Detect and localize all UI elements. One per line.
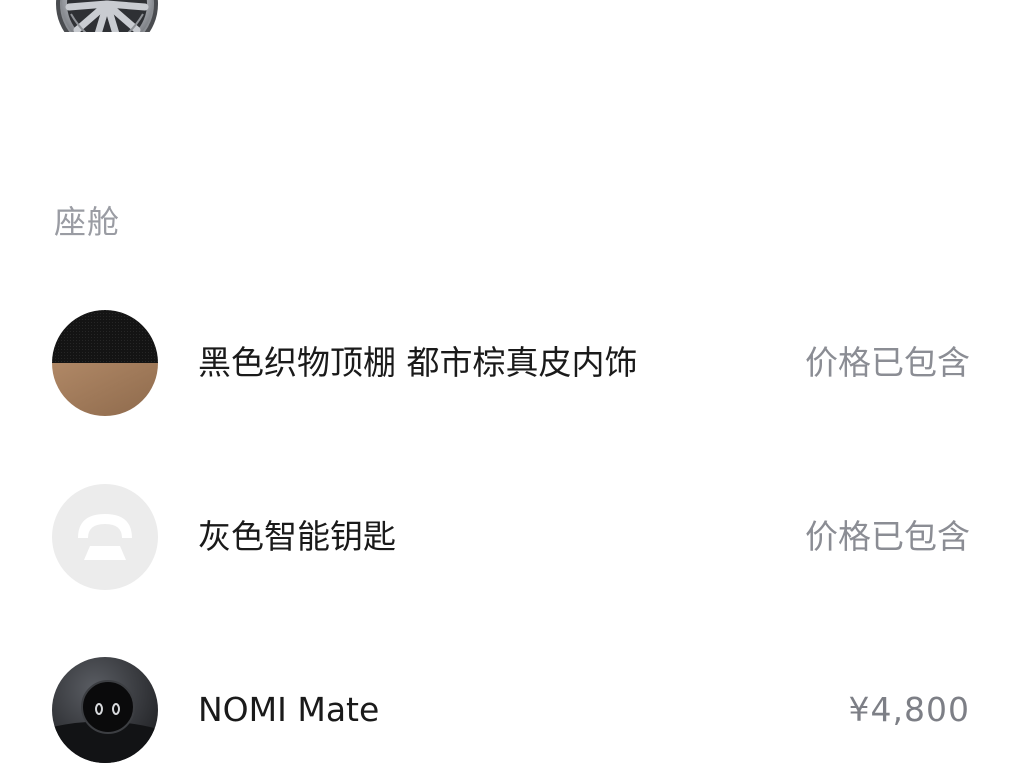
section-title-cabin: 座舱 (54, 203, 121, 241)
nio-logo-key-icon (52, 484, 158, 590)
nomi-mate-icon (52, 657, 158, 763)
interior-swatch-icon (52, 310, 158, 416)
option-price: 价格已包含 (805, 343, 970, 382)
wheel-rim-icon (56, 0, 158, 32)
option-price: ¥4,800 (848, 690, 970, 729)
wheel-option-thumbnail[interactable] (55, 0, 159, 32)
option-row-interior[interactable]: 黑色织物顶棚 都市棕真皮内饰 价格已包含 (0, 308, 1024, 418)
option-name: 灰色智能钥匙 (198, 517, 396, 556)
option-row-smart-key[interactable]: 灰色智能钥匙 价格已包含 (0, 482, 1024, 592)
option-row-nomi-mate[interactable]: NOMI Mate ¥4,800 (0, 655, 1024, 765)
option-name: 黑色织物顶棚 都市棕真皮内饰 (198, 343, 638, 382)
option-name: NOMI Mate (198, 690, 380, 729)
option-price: 价格已包含 (805, 517, 970, 556)
